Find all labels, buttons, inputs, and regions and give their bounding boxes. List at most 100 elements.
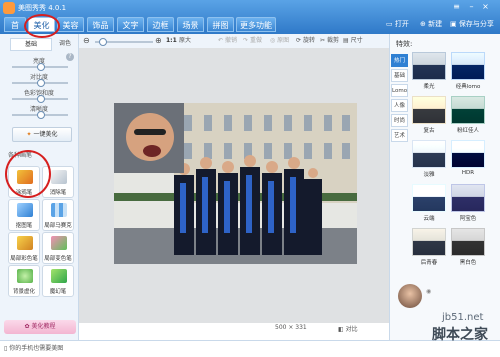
- contrast-slider[interactable]: [12, 79, 68, 87]
- zoom-slider[interactable]: [95, 38, 153, 46]
- save-share-button[interactable]: ▣ 保存与分享: [450, 17, 494, 31]
- zoom-out-icon[interactable]: ⊖: [83, 36, 90, 45]
- resize-button[interactable]: ▤ 尺寸: [343, 36, 363, 46]
- tab-color[interactable]: 调色: [55, 38, 75, 49]
- category-fashion[interactable]: 时尚: [391, 114, 408, 127]
- tab-collage[interactable]: 拼图: [207, 17, 234, 32]
- scissors-icon: [17, 203, 33, 217]
- app-title: 美图秀秀 4.0.1: [18, 4, 67, 12]
- mosaic-button[interactable]: 局部马赛克: [42, 199, 74, 231]
- status-bar: [0, 340, 500, 357]
- watermark-name: 脚本之家: [432, 327, 488, 343]
- compare-button[interactable]: ◧ 对比: [338, 324, 358, 333]
- palette-icon: [51, 236, 67, 250]
- menu-icon[interactable]: ≡: [451, 2, 462, 11]
- effect-label: 经典lomo: [455, 84, 481, 90]
- status-promo-label: 你的手机也需要美图: [9, 345, 64, 352]
- tab-frame[interactable]: 边框: [147, 17, 174, 32]
- tab-text[interactable]: 文字: [117, 17, 144, 32]
- effect-thumbnail[interactable]: [412, 96, 446, 124]
- effect-thumbnail[interactable]: [412, 140, 446, 168]
- sharpness-slider[interactable]: [12, 111, 68, 119]
- saturation-slider[interactable]: [12, 95, 68, 103]
- edited-photo[interactable]: [114, 103, 357, 264]
- status-promo-link[interactable]: ▯ 你的手机也需要美图: [4, 343, 63, 352]
- cutout-pen-button[interactable]: 抠图笔: [8, 199, 40, 231]
- contrast-knob[interactable]: [37, 79, 45, 87]
- effect-thumbnail[interactable]: [451, 184, 485, 212]
- rotate-button[interactable]: ⟳ 旋转: [296, 36, 315, 46]
- sharpness-knob[interactable]: [37, 111, 45, 119]
- category-hot[interactable]: 热门: [391, 54, 408, 67]
- tab-home[interactable]: 首: [4, 17, 26, 32]
- app-logo-icon: [3, 2, 15, 14]
- redo-button[interactable]: ↷ 重做: [243, 36, 262, 46]
- cutout-pen-label: 抠图笔: [15, 223, 33, 229]
- category-portrait[interactable]: 人像: [391, 99, 408, 112]
- eraser-pen-label: 消除笔: [49, 190, 67, 196]
- effect-label: HDR: [461, 170, 475, 176]
- crop-icon: ✂: [320, 37, 326, 44]
- effect-label: 粉红佳人: [456, 128, 479, 134]
- magic-wand-icon: ✦: [26, 131, 32, 138]
- one-key-label: 一键美化: [33, 131, 58, 138]
- tab-scene[interactable]: 场景: [177, 17, 204, 32]
- effect-label: 后青春: [420, 260, 438, 266]
- eraser-icon: [51, 170, 67, 184]
- annotation-circle-tab: [24, 14, 60, 38]
- undo-button[interactable]: ↶ 撤销: [218, 36, 237, 46]
- original-size-button[interactable]: 原大: [179, 36, 191, 46]
- color-pen-label: 局部彩色笔: [10, 256, 38, 262]
- crop-button[interactable]: ✂ 裁剪: [320, 36, 339, 46]
- effect-thumbnail[interactable]: [451, 52, 485, 80]
- tutorial-button[interactable]: ✿ 美化教程: [4, 320, 76, 334]
- effect-thumbnail[interactable]: [412, 184, 446, 212]
- magic-pen-label: 魔幻笔: [49, 289, 67, 295]
- minimize-icon[interactable]: –: [466, 2, 477, 11]
- weibo-icon[interactable]: ◉: [426, 288, 431, 295]
- background-blur-button[interactable]: 背景虚化: [8, 265, 40, 297]
- effect-label: 柔光: [423, 84, 435, 90]
- saturation-knob[interactable]: [37, 95, 45, 103]
- open-button[interactable]: ▭ 打开: [386, 17, 409, 31]
- recolor-pen-button[interactable]: 局部变色笔: [42, 232, 74, 264]
- tab-face[interactable]: 美容: [57, 17, 84, 32]
- effect-label: 淡雅: [423, 172, 435, 178]
- original-label: 原图: [277, 37, 290, 44]
- tab-basic[interactable]: 基础: [10, 38, 52, 51]
- crop-label: 裁剪: [326, 37, 339, 44]
- new-button[interactable]: ⊕ 新建: [420, 17, 442, 31]
- brightness-knob[interactable]: [37, 63, 45, 71]
- zoom-ratio-button[interactable]: 1:1: [166, 36, 177, 46]
- effect-thumbnail[interactable]: [451, 228, 485, 256]
- category-art[interactable]: 艺术: [391, 129, 408, 142]
- color-pen-button[interactable]: 局部彩色笔: [8, 232, 40, 264]
- close-icon[interactable]: ×: [480, 2, 491, 11]
- effect-label: 黑白色: [459, 260, 477, 266]
- effect-thumbnail[interactable]: [412, 228, 446, 256]
- tab-more[interactable]: 更多功能 ▾: [236, 17, 276, 45]
- zoom-in-icon[interactable]: ⊕: [155, 36, 162, 45]
- effect-label: 云端: [423, 216, 435, 222]
- effect-thumbnail[interactable]: [412, 52, 446, 80]
- blur-icon: [17, 269, 33, 283]
- magic-pen-button[interactable]: 魔幻笔: [42, 265, 74, 297]
- one-key-beautify-button[interactable]: ✦ 一键美化: [12, 127, 72, 142]
- phone-icon: ▯: [4, 345, 8, 352]
- effect-thumbnail[interactable]: [451, 140, 485, 168]
- undo-label: 撤销: [224, 37, 237, 44]
- effect-thumbnail[interactable]: [451, 96, 485, 124]
- zoom-slider-knob[interactable]: [99, 38, 107, 46]
- annotation-circle-tool: [5, 150, 51, 198]
- rotate-label: 旋转: [302, 37, 315, 44]
- image-dimensions: 500 × 331: [275, 324, 307, 331]
- original-button[interactable]: ◎ 原图: [270, 36, 289, 46]
- mosaic-label: 局部马赛克: [44, 223, 72, 229]
- category-lomo[interactable]: Lomo: [391, 84, 408, 97]
- compare-icon: ◧: [338, 326, 344, 333]
- compare-label: 对比: [345, 326, 358, 333]
- tab-accessories[interactable]: 饰品: [87, 17, 114, 32]
- category-basic[interactable]: 基础: [391, 69, 408, 82]
- brightness-slider[interactable]: [12, 63, 68, 71]
- redo-label: 重做: [249, 37, 262, 44]
